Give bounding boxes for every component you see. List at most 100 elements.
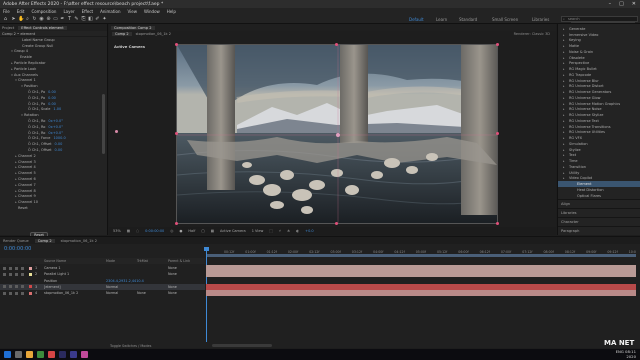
layer-duration-bar[interactable]	[206, 271, 636, 278]
paragraph-panel[interactable]: Paragraph	[558, 226, 640, 235]
layer-name[interactable]: Position	[44, 279, 57, 283]
chevron-right-icon[interactable]: ▸	[563, 113, 565, 117]
audio-icon[interactable]	[9, 285, 12, 289]
chevron-right-icon[interactable]: ▸	[563, 79, 565, 83]
chevron-right-icon[interactable]: ▸	[563, 33, 565, 37]
flowchart-icon[interactable]: ⋔	[287, 229, 290, 233]
chevron-right-icon[interactable]: ▸	[563, 67, 565, 71]
app-icon[interactable]	[81, 351, 88, 358]
clone-stamp-icon[interactable]: ⎘	[81, 17, 86, 22]
snapshot-icon[interactable]: ◎	[170, 229, 173, 233]
chevron-right-icon[interactable]: ▸	[563, 153, 565, 157]
frame-handle[interactable]	[496, 222, 499, 225]
roto-brush-icon[interactable]: ✐	[95, 17, 100, 22]
language-indicator[interactable]: ENG	[616, 349, 624, 354]
col-source-name[interactable]: Source Name	[44, 259, 66, 263]
property-value[interactable]: 0.00	[48, 96, 56, 100]
chevron-right-icon[interactable]: ▸	[563, 102, 565, 106]
property-value[interactable]: 0.00	[55, 142, 63, 146]
audio-icon[interactable]	[9, 291, 12, 295]
tab-timeline-comp-2[interactable]: Comp 2	[34, 238, 55, 243]
property-value[interactable]: 0x+0.0°	[48, 125, 63, 129]
property-value[interactable]: 1000.0	[53, 136, 65, 140]
views-dropdown[interactable]: 1 View	[252, 229, 264, 233]
layer-mode[interactable]: 2304.4,2931.2,4410.4	[106, 279, 144, 283]
layer-parent[interactable]: None	[168, 266, 177, 270]
property-value[interactable]: 0x+0.0°	[48, 119, 63, 123]
chrome-icon[interactable]	[37, 351, 44, 358]
chevron-right-icon[interactable]: ▸	[563, 56, 565, 60]
menu-layer[interactable]: Layer	[63, 9, 74, 14]
camera-tool-icon[interactable]: ◉	[39, 17, 44, 22]
chevron-right-icon[interactable]: ▸	[563, 130, 565, 134]
composition-frame[interactable]	[176, 44, 498, 224]
chevron-right-icon[interactable]: ▸	[563, 136, 565, 140]
eye-icon[interactable]	[3, 291, 6, 295]
chevron-right-icon[interactable]: ▸	[563, 165, 565, 169]
menu-file[interactable]: File	[3, 9, 10, 14]
property-value[interactable]: 0.00	[55, 148, 63, 152]
minimize-button[interactable]: –	[609, 1, 612, 7]
renderer-label[interactable]: Renderer: Classic 3D	[514, 32, 550, 36]
property-value[interactable]: 0x+0.0°	[48, 131, 63, 135]
layer-row[interactable]: 2 Parallel Light 1 None	[0, 271, 205, 277]
region-icon[interactable]: ▢	[201, 229, 204, 233]
layer-name[interactable]: [element]	[44, 285, 61, 289]
layer-duration-bar[interactable]	[206, 290, 636, 297]
frame-handle[interactable]	[335, 43, 338, 46]
timeline-zoom-slider[interactable]	[212, 344, 272, 347]
transparency-grid-icon[interactable]: ▩	[211, 229, 214, 233]
lock-icon[interactable]	[21, 285, 24, 289]
camera-dropdown[interactable]: Active Camera	[220, 229, 246, 233]
selection-tool-icon[interactable]: ➤	[11, 17, 16, 22]
label-color-swatch[interactable]	[29, 272, 32, 276]
menu-composition[interactable]: Composition	[31, 9, 56, 14]
puppet-tool-icon[interactable]: ✦	[102, 17, 107, 22]
chevron-right-icon[interactable]: ▸	[563, 176, 565, 180]
layer-duration-bar[interactable]	[206, 283, 636, 290]
layer-mode[interactable]: Normal	[106, 285, 118, 289]
premiere-icon[interactable]	[70, 351, 77, 358]
chevron-right-icon[interactable]: ▸	[563, 148, 565, 152]
property-value[interactable]: 0.00	[48, 102, 56, 106]
tab-comp-2[interactable]: Comp 2	[112, 32, 132, 36]
chevron-right-icon[interactable]: ▸	[563, 107, 565, 111]
audio-icon[interactable]	[9, 272, 12, 276]
chevron-right-icon[interactable]: ▸	[563, 73, 565, 77]
chevron-right-icon[interactable]: ▸	[563, 61, 565, 65]
time-ruler[interactable]: 00:12f 01:00f 01:12f 02:00f 02:12f 03:00f 03:1…	[206, 246, 636, 254]
toggle-switches-modes[interactable]: Toggle Switches / Modes	[110, 344, 151, 348]
chevron-right-icon[interactable]: ▸	[563, 84, 565, 88]
tab-project[interactable]: Project	[2, 26, 14, 30]
type-tool-icon[interactable]: T	[67, 17, 72, 22]
frame-handle[interactable]	[496, 43, 499, 46]
effects-search-input[interactable]: ⌕ search	[561, 16, 638, 22]
effect-category-item[interactable]: Optical Flares	[558, 193, 640, 199]
solo-icon[interactable]	[15, 291, 18, 295]
layer-trkmat[interactable]: None	[137, 291, 146, 295]
start-icon[interactable]	[4, 351, 11, 358]
render-icon[interactable]: ⬚	[269, 229, 272, 233]
frame-handle[interactable]	[175, 222, 178, 225]
frame-handle[interactable]	[175, 132, 178, 135]
eraser-tool-icon[interactable]: ◧	[88, 17, 93, 22]
menu-effect[interactable]: Effect	[82, 9, 94, 14]
tab-render-queue[interactable]: Render Queue	[3, 239, 29, 243]
layer-name[interactable]: stopmotion_06_1k 2	[44, 291, 78, 295]
layer-row[interactable]: 1 Camera 1 None	[0, 265, 205, 271]
label-color-swatch[interactable]	[29, 285, 32, 289]
eye-icon[interactable]	[3, 285, 6, 289]
chevron-right-icon[interactable]: ▸	[563, 90, 565, 94]
pen-tool-icon[interactable]: ✒	[60, 17, 65, 22]
lock-icon[interactable]	[21, 291, 24, 295]
pan-behind-tool-icon[interactable]: ⊕	[46, 17, 51, 22]
chevron-right-icon[interactable]: ▸	[563, 119, 565, 123]
tab-composition[interactable]: Composition Comp 2	[111, 25, 155, 30]
layer-name[interactable]: Parallel Light 1	[44, 272, 69, 276]
chevron-right-icon[interactable]: ▸	[563, 44, 565, 48]
chevron-right-icon[interactable]: ▸	[563, 50, 565, 54]
layer-property-row[interactable]: Position 2304.4,2931.2,4410.4	[0, 278, 205, 284]
effect-property-row[interactable]: Reset	[0, 205, 108, 211]
fast-preview-icon[interactable]: ⚡	[279, 229, 281, 233]
chevron-right-icon[interactable]: ▸	[563, 142, 565, 146]
